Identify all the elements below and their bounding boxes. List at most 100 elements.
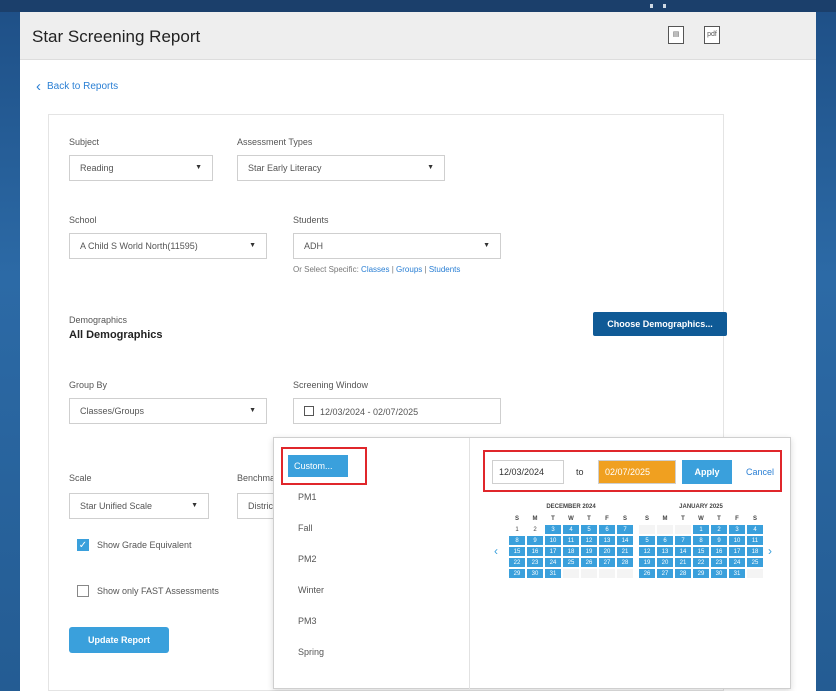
calendar-day[interactable]: 18: [746, 546, 764, 557]
calendar-day[interactable]: 3: [544, 524, 562, 535]
assessment-types-select[interactable]: Star Early Literacy ▼: [237, 155, 445, 181]
classes-link[interactable]: Classes: [361, 265, 389, 274]
calendar-day[interactable]: 14: [674, 546, 692, 557]
day-of-week-label: S: [752, 516, 757, 522]
calendar-day[interactable]: 26: [580, 557, 598, 568]
calendar-day[interactable]: 7: [616, 524, 634, 535]
calendar-day[interactable]: 17: [544, 546, 562, 557]
calendar-day[interactable]: 31: [728, 568, 746, 579]
calendar-day[interactable]: 18: [562, 546, 580, 557]
pdf-icon[interactable]: pdf: [704, 26, 720, 44]
calendar-day[interactable]: 21: [616, 546, 634, 557]
show-fast-only-checkbox[interactable]: [77, 585, 89, 597]
calendar-day[interactable]: 20: [598, 546, 616, 557]
calendar-day[interactable]: 8: [508, 535, 526, 546]
subject-label: Subject: [69, 137, 100, 147]
students-link[interactable]: Students: [429, 265, 461, 274]
calendar-day[interactable]: 24: [728, 557, 746, 568]
school-select[interactable]: A Child S World North(11595) ▼: [69, 233, 267, 259]
calendar-day[interactable]: 9: [710, 535, 728, 546]
calendar-day[interactable]: 24: [544, 557, 562, 568]
option-pm3[interactable]: PM3: [298, 616, 317, 626]
calendar-day[interactable]: 11: [746, 535, 764, 546]
calendar-day[interactable]: 16: [710, 546, 728, 557]
day-of-week-label: T: [681, 516, 685, 522]
calendar-day[interactable]: 16: [526, 546, 544, 557]
calendar-day[interactable]: 25: [562, 557, 580, 568]
calendar-day[interactable]: 4: [562, 524, 580, 535]
chevron-right-icon[interactable]: ›: [768, 544, 772, 558]
option-spring[interactable]: Spring: [298, 647, 324, 657]
subject-select[interactable]: Reading ▼: [69, 155, 213, 181]
calendar-day[interactable]: 19: [638, 557, 656, 568]
calendar-day[interactable]: 27: [598, 557, 616, 568]
calendar-day[interactable]: 8: [692, 535, 710, 546]
calendar-day[interactable]: 26: [638, 568, 656, 579]
calendar-day[interactable]: 10: [728, 535, 746, 546]
calendar-title: JANUARY 2025: [679, 504, 723, 510]
calendar-day[interactable]: 29: [692, 568, 710, 579]
calendar-day[interactable]: 14: [616, 535, 634, 546]
calendar-day[interactable]: 29: [508, 568, 526, 579]
calendar-day[interactable]: 13: [598, 535, 616, 546]
calendar-day[interactable]: 2: [526, 524, 544, 535]
calendar-day[interactable]: 30: [526, 568, 544, 579]
top-bar-icons: [650, 0, 710, 10]
calendar-day[interactable]: 12: [638, 546, 656, 557]
assessment-types-label: Assessment Types: [237, 137, 313, 147]
calendar-day[interactable]: 3: [728, 524, 746, 535]
chart-icon[interactable]: ▤: [668, 26, 684, 44]
calendar-title: DECEMBER 2024: [546, 504, 596, 510]
calendar-day[interactable]: 11: [562, 535, 580, 546]
calendar-day[interactable]: 17: [728, 546, 746, 557]
calendar-day[interactable]: 7: [674, 535, 692, 546]
chevron-left-icon[interactable]: ‹: [494, 544, 498, 558]
calendar-day[interactable]: 5: [638, 535, 656, 546]
calendar-day[interactable]: 25: [746, 557, 764, 568]
students-select[interactable]: ADH ▼: [293, 233, 501, 259]
calendar-day[interactable]: 6: [598, 524, 616, 535]
option-pm1[interactable]: PM1: [298, 492, 317, 502]
update-report-button[interactable]: Update Report: [69, 627, 169, 653]
calendar-day[interactable]: 2: [710, 524, 728, 535]
calendar-day[interactable]: 23: [526, 557, 544, 568]
back-to-reports-link[interactable]: ‹ Back to Reports: [36, 78, 118, 95]
calendar-day[interactable]: 10: [544, 535, 562, 546]
calendar-day[interactable]: 21: [674, 557, 692, 568]
calendar-day[interactable]: 9: [526, 535, 544, 546]
calendar-day[interactable]: 1: [508, 524, 526, 535]
groups-link[interactable]: Groups: [396, 265, 422, 274]
calendar-day[interactable]: 6: [656, 535, 674, 546]
calendar-day[interactable]: 23: [710, 557, 728, 568]
calendar-day[interactable]: 22: [508, 557, 526, 568]
calendar-day[interactable]: 28: [674, 568, 692, 579]
group-by-label: Group By: [69, 380, 108, 390]
option-winter[interactable]: Winter: [298, 585, 324, 595]
students-label: Students: [293, 215, 329, 225]
calendar-day[interactable]: 15: [508, 546, 526, 557]
calendar-day[interactable]: 30: [710, 568, 728, 579]
calendar-day[interactable]: 13: [656, 546, 674, 557]
calendar-day[interactable]: 19: [580, 546, 598, 557]
day-of-week-label: M: [662, 516, 668, 522]
choose-demographics-button[interactable]: Choose Demographics...: [593, 312, 727, 336]
screening-window-input[interactable]: 12/03/2024 - 02/07/2025: [293, 398, 501, 424]
header: Star Screening Report ▤ pdf: [20, 12, 816, 60]
calendar-day[interactable]: 1: [692, 524, 710, 535]
scale-select[interactable]: Star Unified Scale ▼: [69, 493, 209, 519]
calendar-day[interactable]: 28: [616, 557, 634, 568]
calendar-day[interactable]: 22: [692, 557, 710, 568]
calendar-empty-cell: [674, 524, 692, 535]
calendar-day[interactable]: 20: [656, 557, 674, 568]
top-bar: [0, 0, 836, 12]
calendar-day[interactable]: 27: [656, 568, 674, 579]
group-by-select[interactable]: Classes/Groups ▼: [69, 398, 267, 424]
calendar-day[interactable]: 5: [580, 524, 598, 535]
calendar-day[interactable]: 31: [544, 568, 562, 579]
calendar-day[interactable]: 4: [746, 524, 764, 535]
show-grade-equivalent-checkbox[interactable]: ✓: [77, 539, 89, 551]
option-pm2[interactable]: PM2: [298, 554, 317, 564]
calendar-day[interactable]: 15: [692, 546, 710, 557]
option-fall[interactable]: Fall: [298, 523, 313, 533]
calendar-day[interactable]: 12: [580, 535, 598, 546]
